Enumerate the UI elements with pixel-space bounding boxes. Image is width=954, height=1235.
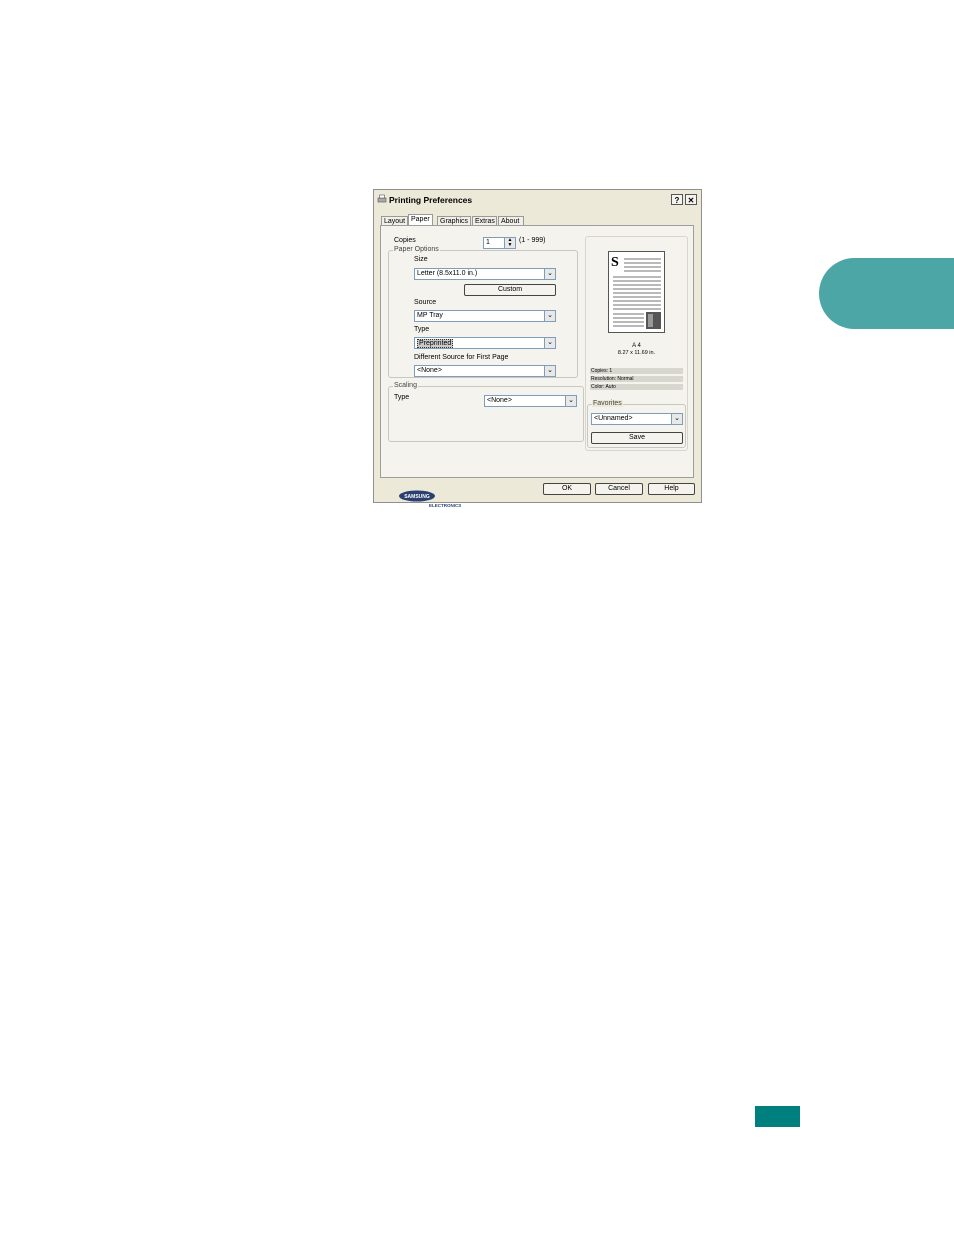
- logo-line2: ELECTRONICS: [429, 503, 461, 508]
- scaling-type-label: Type: [394, 394, 410, 401]
- type-label: Type: [414, 326, 430, 333]
- custom-button[interactable]: Custom: [464, 284, 556, 296]
- source-select[interactable]: MP Tray ⌄: [414, 310, 556, 322]
- first-page-source-label: Different Source for First Page: [414, 354, 509, 361]
- tab-graphics[interactable]: Graphics: [437, 216, 471, 225]
- source-value: MP Tray: [417, 312, 443, 319]
- tab-about[interactable]: About: [498, 216, 524, 225]
- ok-button[interactable]: OK: [543, 483, 591, 495]
- help-button[interactable]: Help: [648, 483, 695, 495]
- spinner-arrows-icon[interactable]: ▲ ▼: [504, 238, 515, 248]
- copies-value: 1: [486, 239, 490, 246]
- printer-icon: [377, 194, 387, 203]
- chevron-down-icon[interactable]: ⌄: [671, 414, 682, 424]
- favorites-value: <Unnamed>: [594, 415, 633, 422]
- tab-paper[interactable]: Paper: [408, 214, 433, 225]
- page-lines-icon: [613, 258, 661, 329]
- cancel-button[interactable]: Cancel: [595, 483, 643, 495]
- source-label: Source: [414, 299, 437, 306]
- page-preview: S: [608, 251, 665, 333]
- close-button[interactable]: ✕: [685, 194, 697, 205]
- size-value: Letter (8.5x11.0 in.): [417, 270, 478, 277]
- help-title-button[interactable]: ?: [671, 194, 683, 205]
- copies-info: Copies: 1: [590, 368, 683, 374]
- first-page-source-value: <None>: [417, 367, 442, 374]
- type-select[interactable]: Preprinted ⌄: [414, 337, 556, 349]
- chevron-down-icon[interactable]: ⌄: [544, 269, 555, 279]
- scaling-group: Scaling Type <None> ⌄: [388, 382, 584, 442]
- scaling-title: Scaling: [393, 382, 418, 389]
- chevron-down-icon[interactable]: ⌄: [544, 338, 555, 348]
- paper-name: A 4: [632, 343, 641, 349]
- paper-options-title: Paper Options: [393, 246, 440, 253]
- copies-range: (1 - 999): [519, 237, 546, 244]
- samsung-logo: SAMSUNG ELECTRONICS: [399, 490, 461, 508]
- save-button[interactable]: Save: [591, 432, 683, 444]
- paper-dimensions: 8.27 x 11.69 in.: [617, 350, 656, 356]
- preview-area: S A 4 8.27 x 11.69 in. Copies: 1 Resolut…: [585, 236, 688, 451]
- size-select[interactable]: Letter (8.5x11.0 in.) ⌄: [414, 268, 556, 280]
- resolution-info: Resolution: Normal: [590, 376, 683, 382]
- page-number-tag: [755, 1106, 800, 1127]
- chapter-tab-marker: [819, 258, 954, 329]
- tab-layout[interactable]: Layout: [381, 216, 408, 225]
- type-value: Preprinted: [417, 339, 454, 348]
- chevron-down-icon[interactable]: ⌄: [544, 366, 555, 376]
- favorites-select[interactable]: <Unnamed> ⌄: [591, 413, 683, 425]
- chevron-down-icon[interactable]: ⌄: [565, 396, 576, 406]
- chevron-down-icon[interactable]: ⌄: [544, 311, 555, 321]
- logo-line1: SAMSUNG: [404, 494, 430, 500]
- favorites-group: Favorites <Unnamed> ⌄ Save: [587, 400, 686, 448]
- scaling-type-value: <None>: [487, 397, 512, 404]
- color-info: Color: Auto: [590, 384, 683, 390]
- first-page-source-select[interactable]: <None> ⌄: [414, 365, 556, 377]
- tab-extras[interactable]: Extras: [472, 216, 497, 225]
- copies-label: Copies: [394, 237, 416, 244]
- dialog-title: Printing Preferences: [389, 195, 473, 205]
- favorites-title: Favorites: [592, 400, 623, 407]
- copies-spinner[interactable]: 1 ▲ ▼: [483, 237, 516, 249]
- scaling-type-select[interactable]: <None> ⌄: [484, 395, 577, 407]
- title-bar: Printing Preferences ? ✕: [374, 190, 701, 209]
- paper-options-group: Paper Options Size Letter (8.5x11.0 in.)…: [388, 246, 578, 378]
- printing-preferences-dialog: Printing Preferences ? ✕ Layout Paper Gr…: [373, 189, 702, 508]
- size-label: Size: [414, 256, 428, 263]
